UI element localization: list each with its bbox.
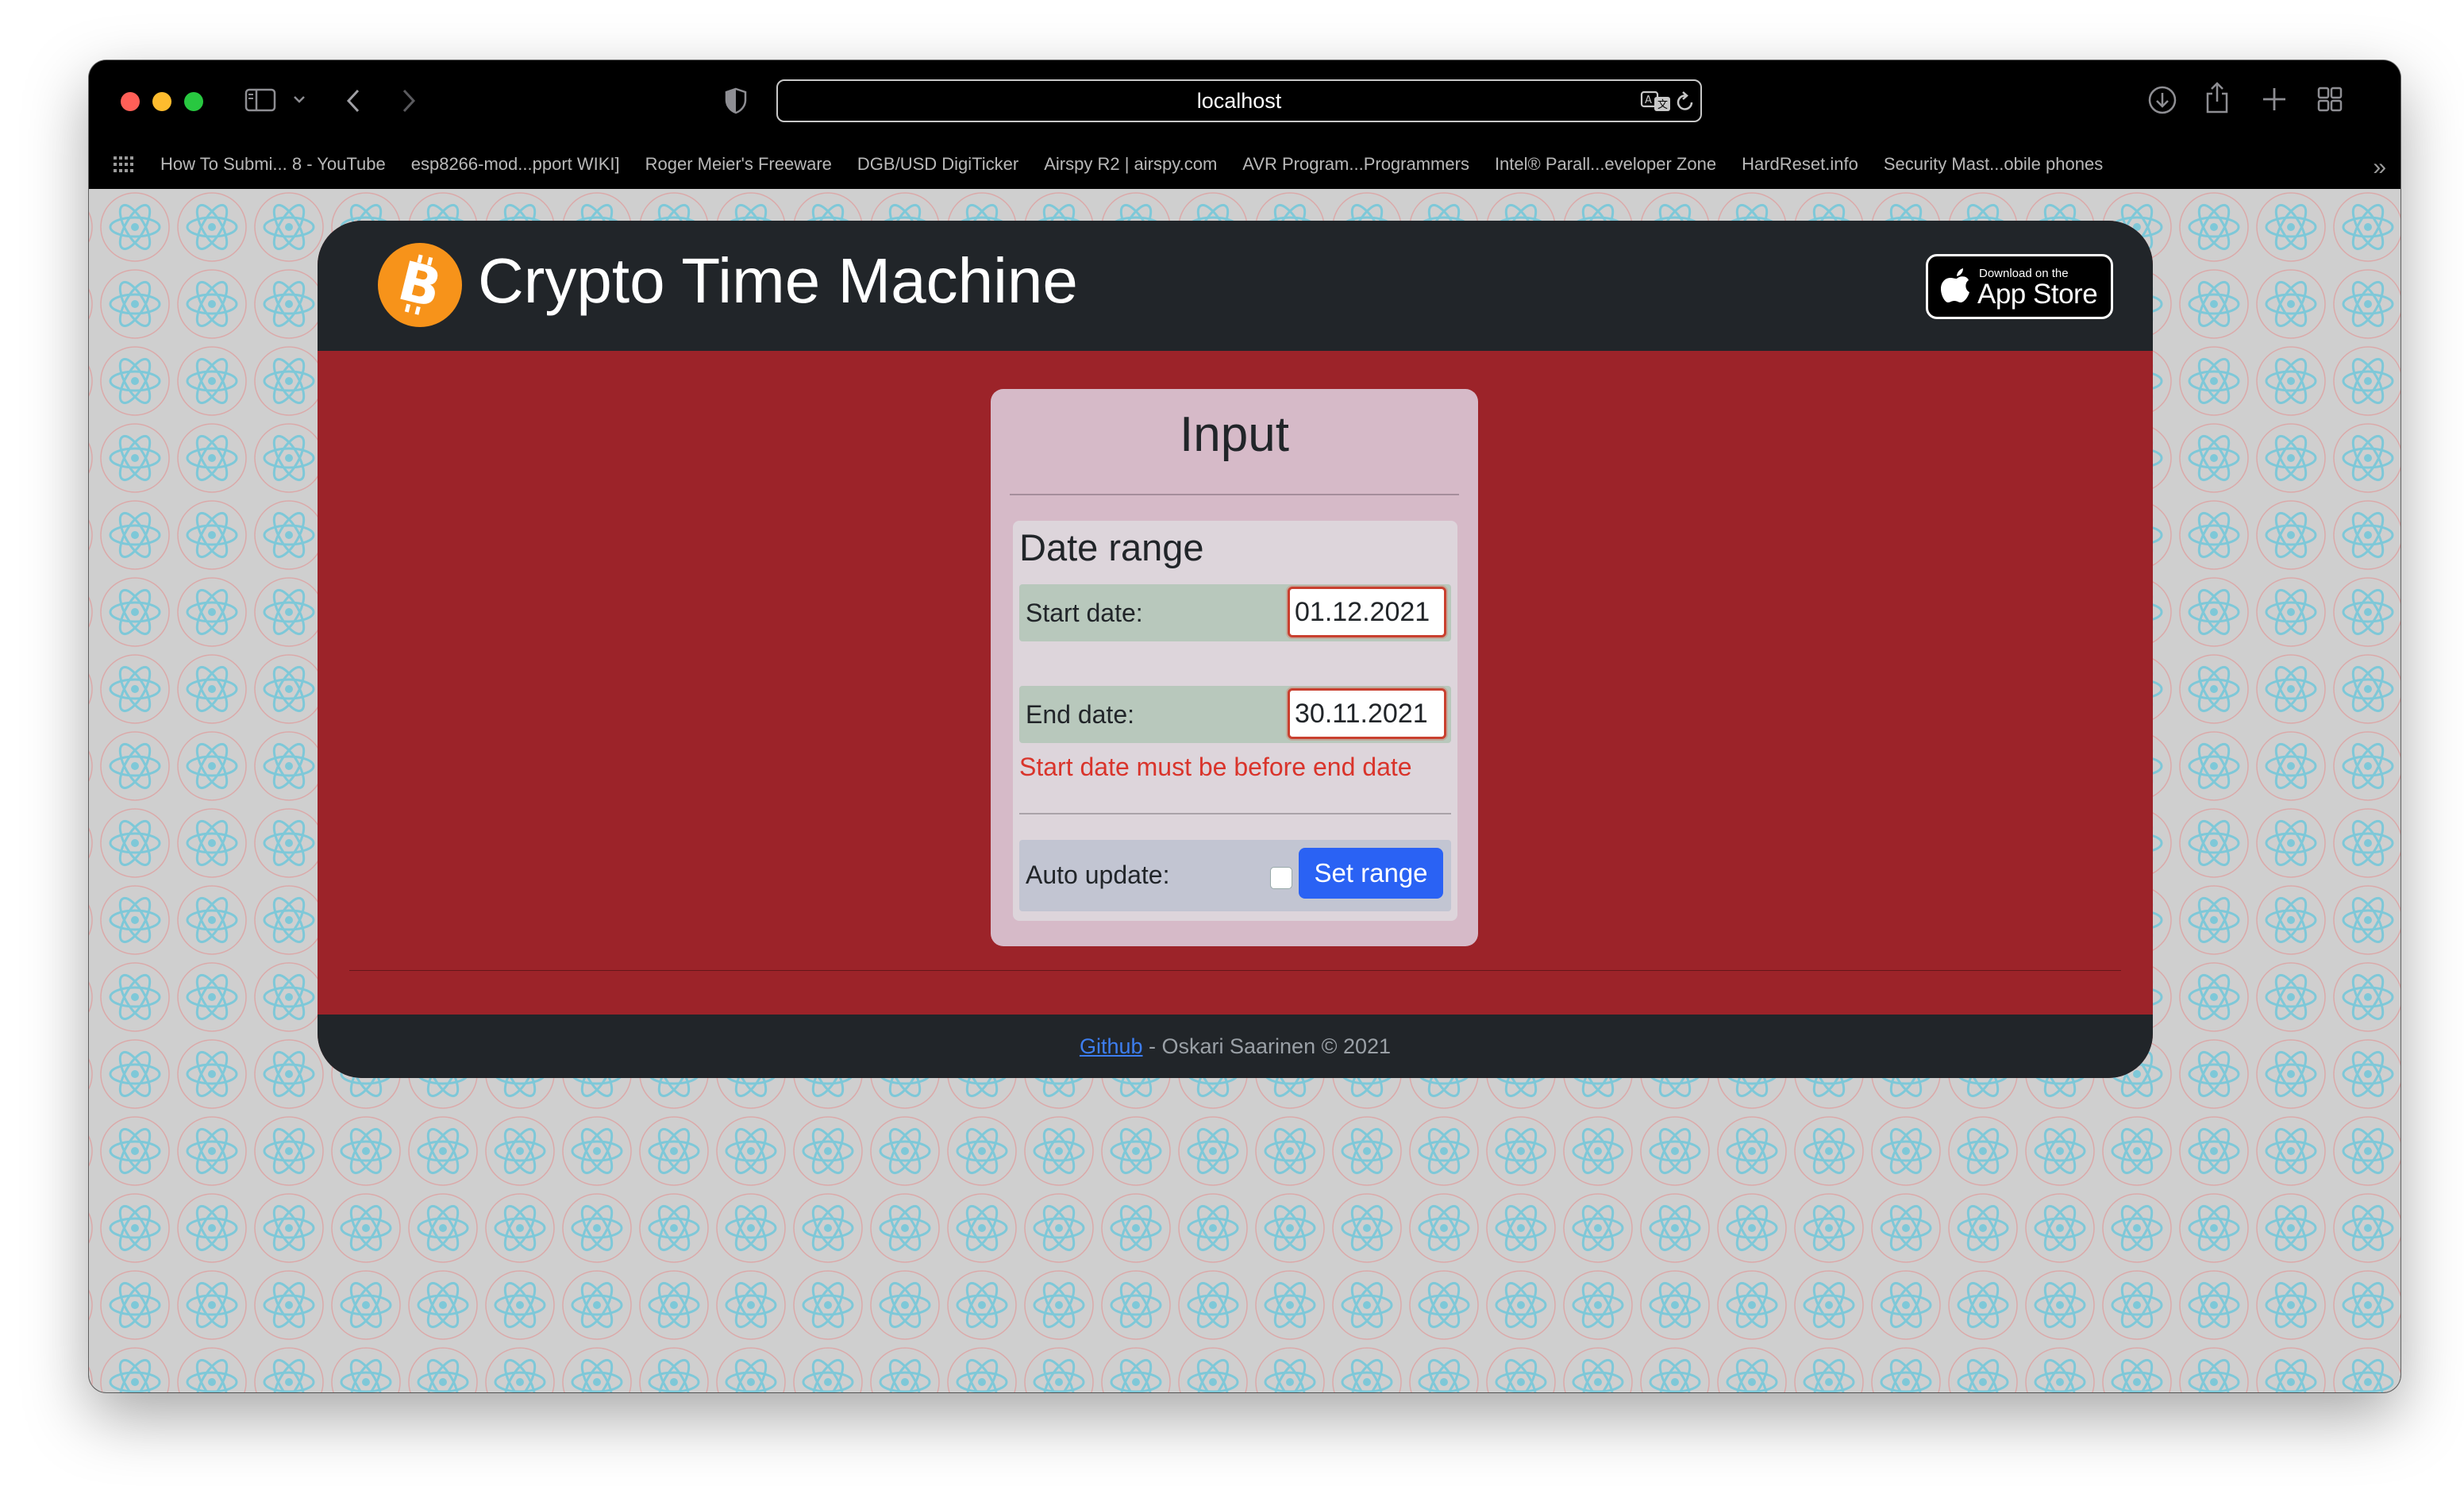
footer-text: Github - Oskari Saarinen © 2021 [1080,1034,1391,1058]
browser-toolbar: localhost A文 [89,60,2400,140]
end-date-input[interactable] [1288,688,1446,739]
auto-update-row: Auto update: Set range [1019,840,1451,911]
github-link[interactable]: Github [1080,1034,1143,1058]
download-icon[interactable] [2146,84,2178,116]
app-header: B Crypto Time Machine Download on the Ap… [318,221,2153,351]
app-container: B Crypto Time Machine Download on the Ap… [318,221,2153,1078]
bookmark-item[interactable]: HardReset.info [1742,154,1858,175]
share-icon[interactable] [2204,81,2231,114]
svg-text:文: 文 [1657,99,1668,111]
page-content: B Crypto Time Machine Download on the Ap… [89,189,2400,1392]
input-panel: Input Date range Start date: End date: S… [991,389,1478,946]
chevron-down-icon[interactable] [292,94,306,105]
start-date-label: Start date: [1026,599,1143,627]
bookmark-item[interactable]: AVR Program...Programmers [1242,154,1469,175]
start-date-row: Start date: [1019,584,1451,641]
bookmark-item[interactable]: DGB/USD DigiTicker [857,154,1018,175]
double-chevron-icon[interactable]: » [2373,154,2386,181]
input-panel-title: Input [1180,407,1289,462]
url-text: localhost [1196,89,1282,113]
date-error-message: Start date must be before end date [1019,753,1412,781]
end-date-row: End date: [1019,686,1451,743]
bookmark-item[interactable]: Roger Meier's Freeware [645,154,832,175]
bookmark-item[interactable]: Security Mast...obile phones [1884,154,2103,175]
footer-copyright: - Oskari Saarinen © 2021 [1142,1034,1392,1058]
app-store-big-text: App Store [1977,279,2098,310]
svg-text:A: A [1645,94,1652,106]
bookmark-item[interactable]: Airspy R2 | airspy.com [1044,154,1217,175]
address-bar[interactable]: localhost A文 [776,79,1702,122]
date-range-section: Date range Start date: End date: Start d… [1013,521,1457,921]
translate-icon[interactable]: A文 [1640,89,1672,113]
apple-logo-icon [1941,266,1973,310]
date-range-title: Date range [1019,526,1204,568]
sidebar-icon[interactable] [244,87,276,113]
forward-arrow-icon[interactable] [400,87,418,114]
tab-overview-icon[interactable] [2316,86,2343,113]
divider [1019,813,1451,814]
zoom-window-button[interactable] [184,92,203,111]
bookmark-item[interactable]: Intel® Parall...eveloper Zone [1495,154,1716,175]
reload-icon[interactable] [1675,90,1696,113]
grid-icon[interactable] [113,156,133,177]
browser-window: localhost A文 How To Submi... 8 - YouTube… [89,60,2400,1392]
divider [349,970,2121,971]
app-footer: Github - Oskari Saarinen © 2021 [318,1015,2153,1078]
back-arrow-icon[interactable] [345,87,362,114]
bookmark-item[interactable]: How To Submi... 8 - YouTube [160,154,386,175]
minimize-window-button[interactable] [152,92,171,111]
auto-update-label: Auto update: [1026,861,1170,889]
app-store-badge[interactable]: Download on the App Store [1926,254,2113,319]
auto-update-checkbox[interactable] [1270,867,1292,889]
bitcoin-logo-icon: B [378,243,462,327]
bookmarks-bar: How To Submi... 8 - YouTube esp8266-mod.… [89,140,2400,190]
start-date-input[interactable] [1288,587,1446,637]
close-window-button[interactable] [121,92,140,111]
divider [1010,494,1459,495]
end-date-label: End date: [1026,700,1134,729]
plus-icon[interactable] [2261,86,2288,113]
shield-icon[interactable] [724,87,748,114]
bookmark-item[interactable]: esp8266-mod...pport WIKI] [411,154,620,175]
set-range-button[interactable]: Set range [1299,848,1443,899]
app-title: Crypto Time Machine [478,245,1078,316]
